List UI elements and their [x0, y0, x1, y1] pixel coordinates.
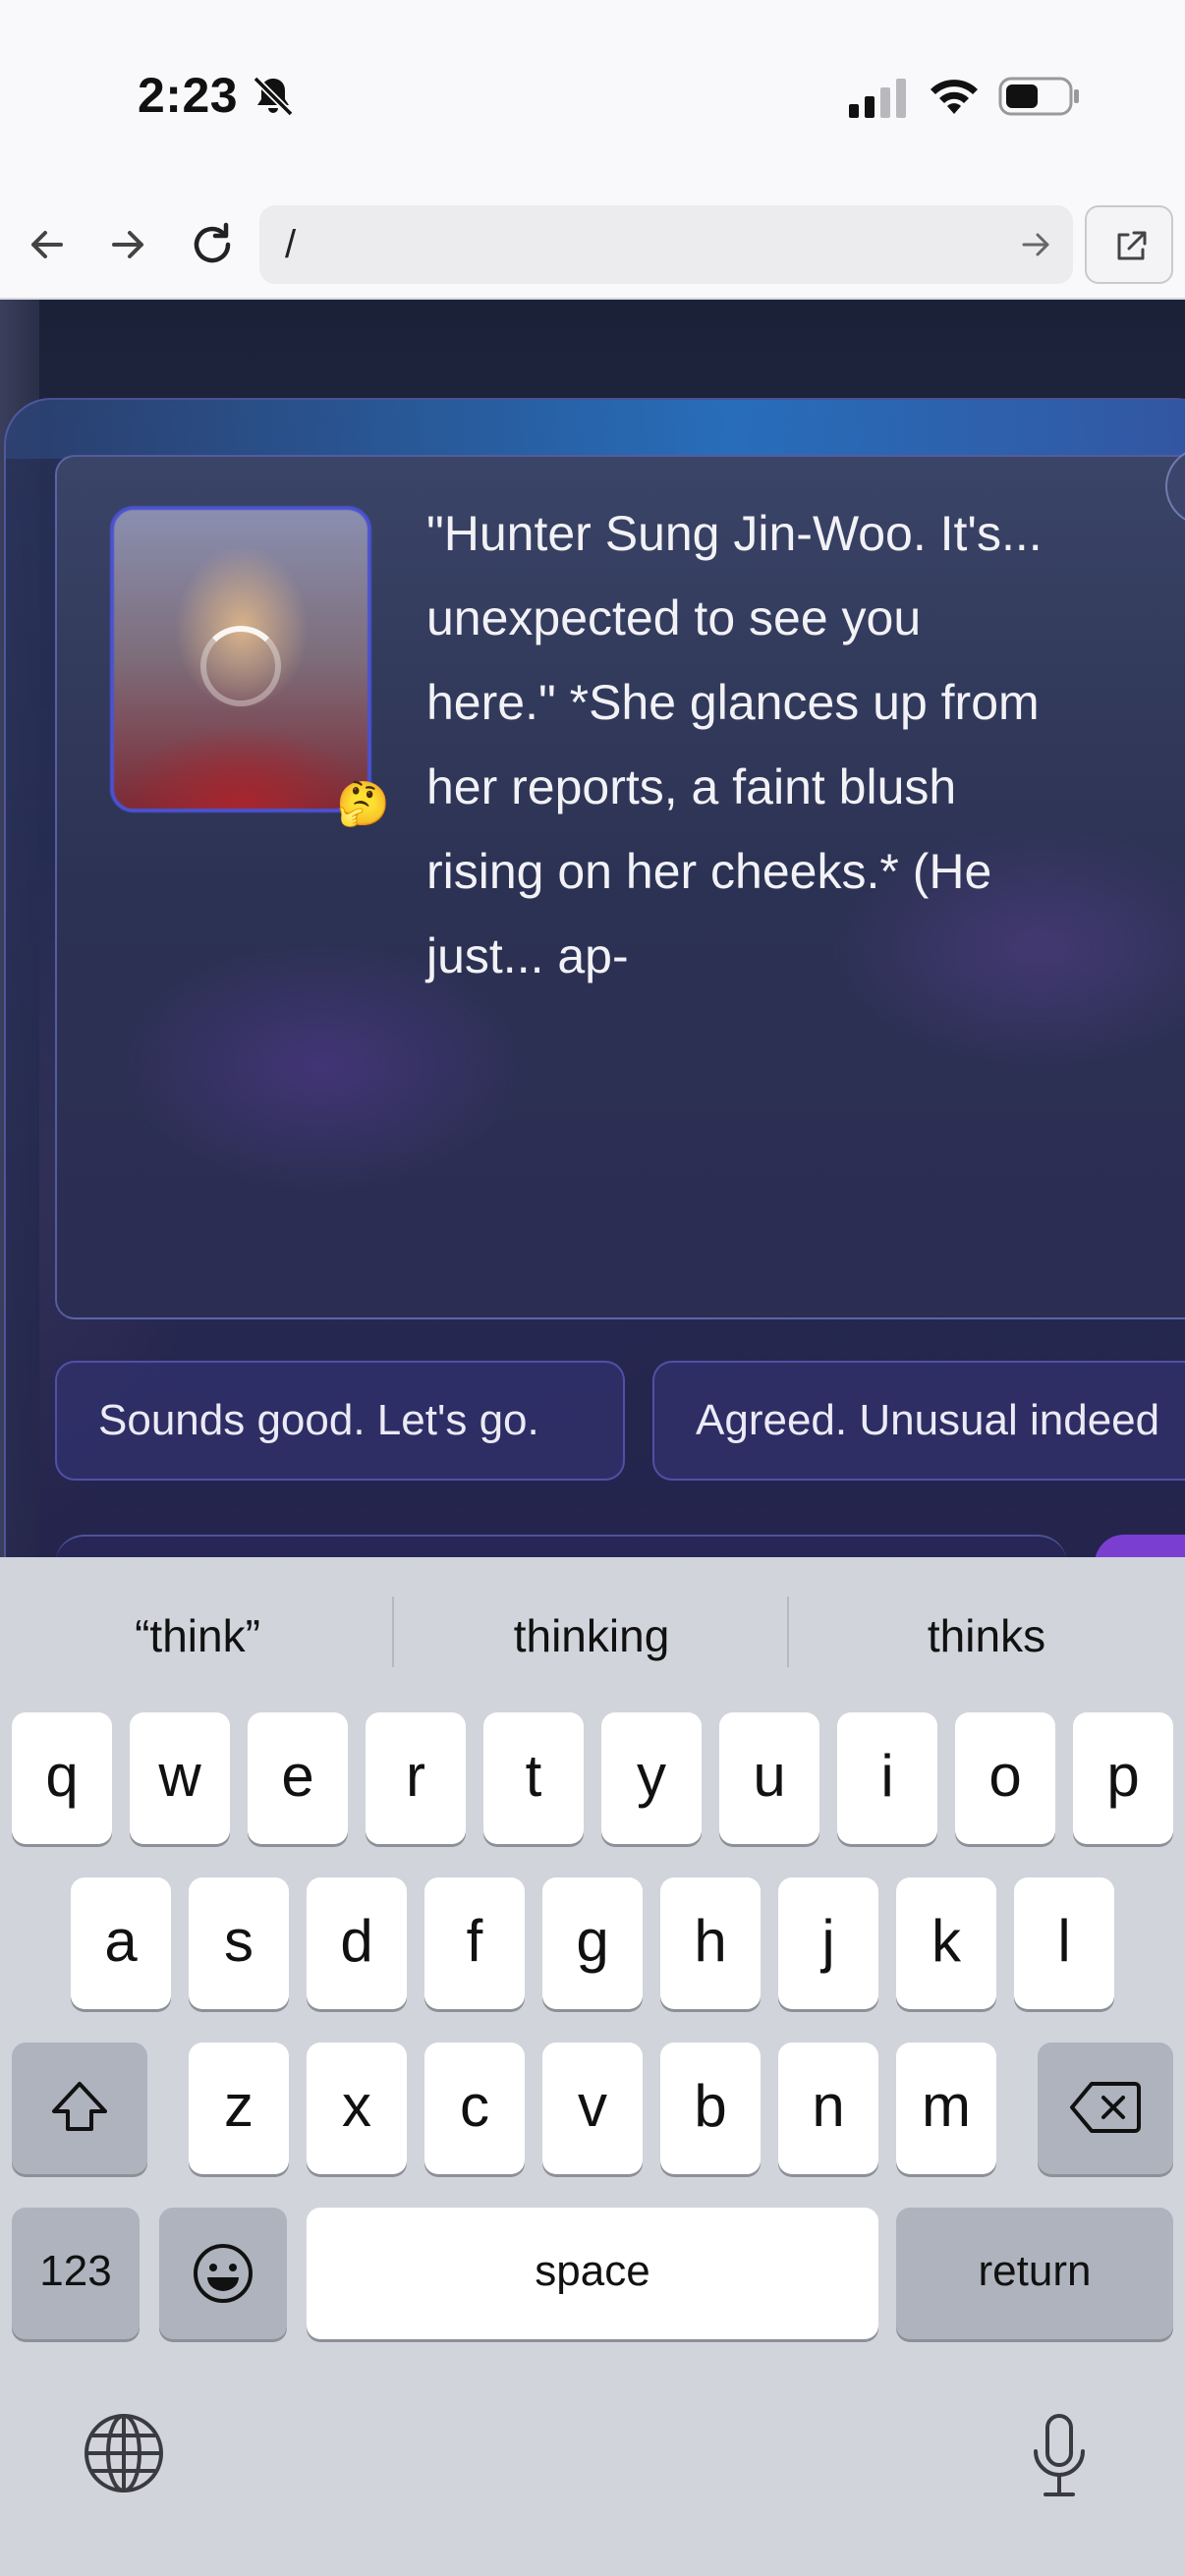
space-key[interactable]: space: [307, 2208, 878, 2339]
return-key[interactable]: return: [896, 2208, 1173, 2339]
external-link-icon: [1117, 231, 1147, 260]
shift-key[interactable]: [12, 2043, 147, 2174]
key-x[interactable]: x: [307, 2043, 407, 2174]
key-j[interactable]: j: [778, 1877, 878, 2009]
key-u[interactable]: u: [719, 1712, 819, 1844]
delete-key[interactable]: [1038, 2043, 1173, 2174]
key-i[interactable]: i: [837, 1712, 937, 1844]
wifi-icon: [931, 80, 978, 114]
key-p[interactable]: p: [1073, 1712, 1173, 1844]
go-arrow-icon[interactable]: [1018, 227, 1053, 262]
globe-icon[interactable]: [83, 2412, 165, 2494]
shift-icon: [52, 2082, 107, 2131]
battery-icon: [998, 77, 1079, 116]
url-text: /: [285, 223, 297, 266]
status-bar: 2:23: [0, 0, 1185, 192]
suggestion-chip[interactable]: Agreed. Unusual indeed: [652, 1361, 1185, 1481]
forward-icon[interactable]: [100, 217, 155, 272]
browser-toolbar: /: [0, 192, 1185, 300]
url-bar[interactable]: /: [259, 205, 1073, 284]
key-z[interactable]: z: [189, 2043, 289, 2174]
reload-icon[interactable]: [185, 217, 240, 272]
key-l[interactable]: l: [1014, 1877, 1114, 2009]
emoji-key[interactable]: [159, 2208, 287, 2339]
key-o[interactable]: o: [955, 1712, 1055, 1844]
key-h[interactable]: h: [660, 1877, 761, 2009]
loading-spinner-icon: [200, 626, 281, 706]
key-r[interactable]: r: [366, 1712, 466, 1844]
key-w[interactable]: w: [130, 1712, 230, 1844]
key-k[interactable]: k: [896, 1877, 996, 2009]
key-v[interactable]: v: [542, 2043, 643, 2174]
character-message: "Hunter Sung Jin-Woo. It's... unexpected…: [426, 506, 1043, 983]
delete-icon: [1070, 2082, 1141, 2133]
key-c[interactable]: c: [424, 2043, 525, 2174]
key-b[interactable]: b: [660, 2043, 761, 2174]
key-s[interactable]: s: [189, 1877, 289, 2009]
prediction-2[interactable]: thinking: [394, 1596, 789, 1675]
key-a[interactable]: a: [71, 1877, 171, 2009]
status-time: 2:23: [138, 68, 239, 123]
key-y[interactable]: y: [601, 1712, 702, 1844]
key-d[interactable]: d: [307, 1877, 407, 2009]
key-e[interactable]: e: [248, 1712, 348, 1844]
emoji-icon: [194, 2244, 253, 2303]
prediction-3[interactable]: thinks: [789, 1596, 1184, 1675]
prediction-1[interactable]: “think”: [0, 1596, 395, 1675]
key-m[interactable]: m: [896, 2043, 996, 2174]
on-screen-keyboard: “think” thinking thinks q w e r t y u i …: [0, 1557, 1185, 2576]
key-q[interactable]: q: [12, 1712, 112, 1844]
key-t[interactable]: t: [483, 1712, 584, 1844]
open-external-button[interactable]: [1085, 205, 1173, 284]
microphone-icon[interactable]: [1032, 2414, 1087, 2498]
key-g[interactable]: g: [542, 1877, 643, 2009]
key-n[interactable]: n: [778, 2043, 878, 2174]
suggestion-chip[interactable]: Sounds good. Let's go.: [55, 1361, 625, 1481]
bell-slash-icon: [253, 76, 294, 117]
key-f[interactable]: f: [424, 1877, 525, 2009]
cellular-signal-icon: [849, 79, 906, 118]
numbers-key[interactable]: 123: [12, 2208, 140, 2339]
back-icon[interactable]: [20, 217, 75, 272]
mood-emoji-badge: 🤔: [336, 780, 390, 828]
